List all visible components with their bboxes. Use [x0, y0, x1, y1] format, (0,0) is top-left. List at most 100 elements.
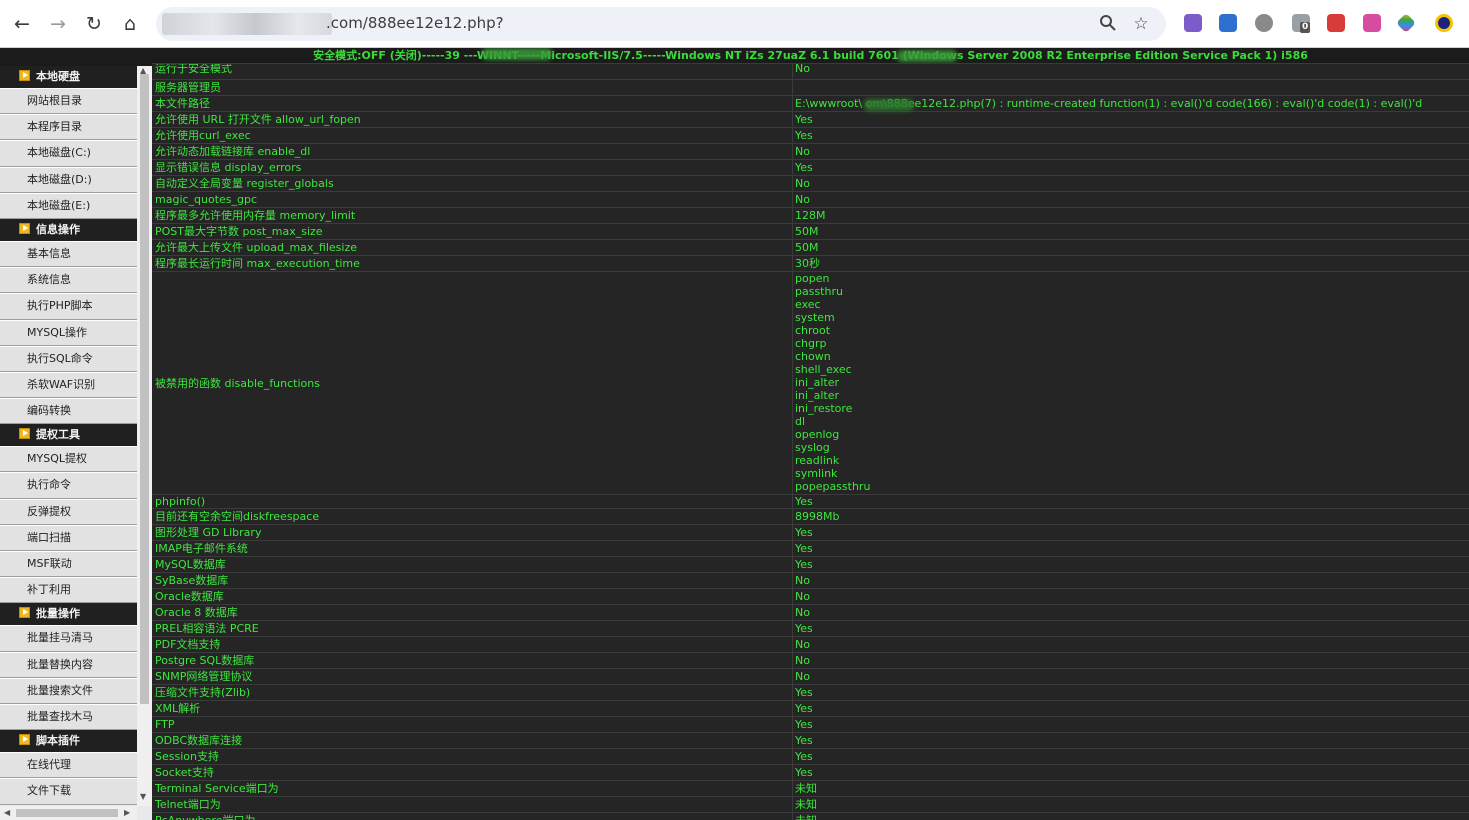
setting-name: 被禁用的函数 disable_functions: [155, 376, 320, 390]
setting-value: 8998Mb: [795, 510, 840, 523]
setting-name: SyBase数据库: [155, 574, 229, 587]
setting-value: No: [795, 654, 810, 667]
setting-value: No: [795, 574, 810, 587]
setting-name: Socket支持: [155, 766, 214, 779]
sidebar-item[interactable]: 批量替换内容: [0, 651, 137, 678]
sidebar-item[interactable]: MSF联动: [0, 551, 137, 578]
sidebar-item[interactable]: MYSQL提权: [0, 446, 137, 473]
sidebar-item[interactable]: 在线代理: [0, 752, 137, 779]
setting-value: Yes: [795, 113, 813, 126]
star-icon[interactable]: ☆: [1131, 14, 1151, 34]
scroll-left-icon[interactable]: ◀: [4, 806, 10, 820]
section-title: 提权工具: [36, 428, 80, 442]
disabled-functions-list: popen passthru exec system chroot chgrp chown s…: [795, 272, 870, 493]
setting-value: Yes: [795, 495, 813, 508]
sidebar-item[interactable]: 编码转换: [0, 398, 137, 425]
sidebar-item[interactable]: 本地磁盘(D:): [0, 166, 137, 193]
home-icon[interactable]: ⌂: [118, 12, 142, 36]
horizontal-scrollbar[interactable]: ◀ ▶: [0, 806, 137, 820]
forward-icon[interactable]: →: [46, 12, 70, 36]
table-row: Oracle数据库 No: [152, 589, 1469, 605]
sidebar-item[interactable]: 端口扫描: [0, 524, 137, 551]
sidebar-section-header: 提权工具: [0, 424, 137, 447]
column-divider: [792, 669, 793, 684]
redacted-text: [482, 48, 552, 60]
sidebar-item[interactable]: 本地磁盘(E:): [0, 192, 137, 219]
column-divider: [792, 733, 793, 748]
sidebar-item[interactable]: 基本信息: [0, 240, 137, 268]
table-row: 显示错误信息 display_errors Yes: [152, 160, 1469, 176]
sidebar-section-header: 脚本插件: [0, 730, 137, 753]
column-divider: [792, 749, 793, 764]
sidebar-item[interactable]: 执行命令: [0, 472, 137, 499]
setting-name: 本文件路径: [155, 97, 210, 110]
extension-icon[interactable]: [1363, 14, 1381, 32]
scroll-right-icon[interactable]: ▶: [124, 806, 130, 820]
scroll-thumb[interactable]: [140, 74, 149, 704]
extension-icon[interactable]: [1219, 14, 1237, 32]
extension-icon[interactable]: [1255, 14, 1273, 32]
column-divider: [792, 621, 793, 636]
sidebar-item[interactable]: 批量搜索文件: [0, 677, 137, 704]
redacted-text: [864, 99, 914, 111]
table-row: Socket支持 Yes: [152, 765, 1469, 781]
table-row: 允许最大上传文件 upload_max_filesize 50M: [152, 240, 1469, 256]
sidebar-item[interactable]: 本程序目录: [0, 114, 137, 141]
sidebar-item[interactable]: 系统信息: [0, 267, 137, 294]
extension-icon[interactable]: [1396, 13, 1416, 33]
setting-value: Yes: [795, 718, 813, 731]
sidebar-item[interactable]: 网站根目录: [0, 88, 137, 115]
setting-name: Postgre SQL数据库: [155, 654, 255, 667]
search-icon[interactable]: [1098, 14, 1118, 34]
redacted-domain: [162, 13, 332, 35]
url-text: .com/888ee12e12.php?: [326, 14, 504, 32]
vertical-scrollbar[interactable]: ▲ ▼: [137, 66, 152, 806]
section-title: 批量操作: [36, 607, 80, 621]
extension-icon[interactable]: [1327, 14, 1345, 32]
sidebar-item[interactable]: 补丁利用: [0, 577, 137, 604]
table-row: Terminal Service端口为 未知: [152, 781, 1469, 797]
setting-value: Yes: [795, 702, 813, 715]
extension-icon[interactable]: 0: [1292, 14, 1311, 33]
sidebar-item[interactable]: 反弹提权: [0, 498, 137, 525]
setting-name: XML解析: [155, 702, 201, 715]
setting-value: 未知: [795, 798, 817, 811]
setting-value: 未知: [795, 814, 817, 820]
back-icon[interactable]: ←: [10, 12, 34, 36]
setting-value: 50M: [795, 225, 819, 238]
sidebar-item[interactable]: 文件下载: [0, 778, 137, 805]
table-row: 允许使用 URL 打开文件 allow_url_fopen Yes: [152, 112, 1469, 128]
column-divider: [792, 64, 793, 79]
sidebar-item[interactable]: 批量查找木马: [0, 703, 137, 731]
sidebar-item[interactable]: MYSQL操作: [0, 319, 137, 346]
sidebar-menu: 本地硬盘 网站根目录 本程序目录 本地磁盘(C:) 本地磁盘(D:) 本地磁盘(E:) 信息…: [0, 66, 137, 806]
list-item: popen: [795, 272, 830, 285]
reload-icon[interactable]: ↻: [82, 12, 106, 36]
column-divider: [792, 256, 793, 271]
column-divider: [792, 781, 793, 796]
address-bar[interactable]: .com/888ee12e12.php? ☆: [156, 7, 1166, 41]
setting-name: 服务器管理员: [155, 81, 221, 94]
table-row: POST最大字节数 post_max_size 50M: [152, 224, 1469, 240]
scroll-down-icon[interactable]: ▼: [140, 792, 146, 801]
extension-icon[interactable]: [1184, 14, 1202, 32]
setting-name: 图形处理 GD Library: [155, 526, 262, 539]
setting-name: PDF文档支持: [155, 638, 221, 651]
column-divider: [792, 685, 793, 700]
table-row: SNMP网络管理协议 No: [152, 669, 1469, 685]
sidebar-item[interactable]: 杀软WAF识别: [0, 371, 137, 399]
extension-icon[interactable]: [1435, 14, 1453, 32]
sidebar-item[interactable]: 执行PHP脚本: [0, 293, 137, 320]
setting-value: Yes: [795, 622, 813, 635]
sidebar-item[interactable]: 本地磁盘(C:): [0, 140, 137, 167]
setting-name: 自动定义全局变量 register_globals: [155, 177, 334, 190]
sidebar-item[interactable]: 执行SQL命令: [0, 345, 137, 372]
list-item: ini_restore: [795, 402, 853, 415]
section-title: 信息操作: [36, 222, 80, 236]
column-divider: [792, 765, 793, 780]
setting-name: phpinfo(): [155, 495, 206, 508]
scroll-thumb[interactable]: [16, 809, 118, 817]
table-row: 运行于安全模式 No: [152, 64, 1469, 80]
setting-name: Session支持: [155, 750, 219, 763]
sidebar-item[interactable]: 批量挂马清马: [0, 625, 137, 652]
